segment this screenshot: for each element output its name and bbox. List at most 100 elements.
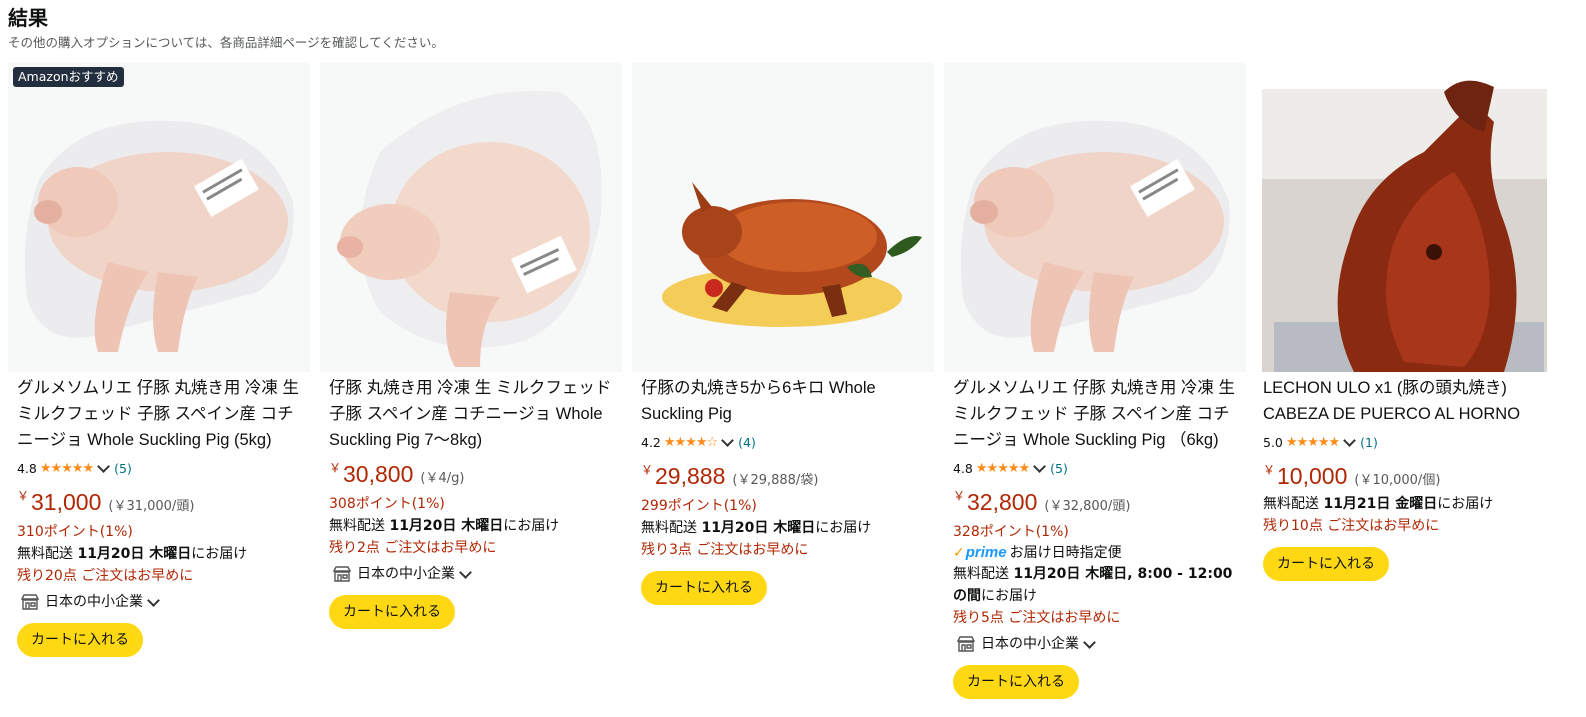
rating-value: 5.0	[1263, 434, 1283, 450]
price-row[interactable]: ￥ 30,800 (￥4/g)	[329, 461, 619, 491]
delivery-suffix: にお届け	[981, 588, 1037, 604]
star-rating-icon: ★★★★★	[1285, 434, 1340, 450]
rating-row[interactable]: 4.8 ★★★★★ (5)	[953, 459, 1243, 477]
sme-label: 日本の中小企業	[357, 566, 455, 582]
chevron-down-icon[interactable]	[721, 433, 735, 447]
delivery-info: 無料配送 11月20日 木曜日, 8:00 - 12:00の間にお届け	[953, 563, 1243, 607]
review-count[interactable]: (5)	[1050, 461, 1068, 476]
delivery-suffix: にお届け	[815, 520, 872, 536]
sme-label: 日本の中小企業	[45, 594, 143, 610]
product-card: 仔豚 丸焼き用 冷凍 生 ミルクフェッド 子豚 スペイン産 コチニージョ Who…	[320, 62, 622, 717]
review-count[interactable]: (1)	[1360, 435, 1378, 450]
rating-row[interactable]: 4.2 ★★★★☆ (4)	[641, 433, 931, 451]
unit-price: (￥32,800/頭)	[1044, 499, 1131, 514]
rating-value: 4.2	[641, 434, 661, 450]
prime-row: ✓ prime お届け日時指定便	[953, 543, 1243, 563]
delivery-info: 無料配送 11月20日 木曜日にお届け	[329, 515, 619, 537]
sme-dropdown[interactable]: 日本の中小企業	[333, 563, 619, 585]
add-to-cart-button[interactable]: カートに入れる	[329, 595, 455, 629]
currency-symbol: ￥	[329, 461, 342, 475]
raw-pig-image	[320, 62, 622, 372]
price: 30,800	[343, 461, 414, 487]
add-to-cart-button[interactable]: カートに入れる	[641, 571, 767, 605]
sme-dropdown[interactable]: 日本の中小企業	[957, 633, 1243, 655]
product-image[interactable]	[320, 62, 622, 372]
product-image[interactable]	[632, 62, 934, 372]
delivery-info: 無料配送 11月20日 木曜日にお届け	[641, 517, 931, 539]
price-row[interactable]: ￥ 31,000 (￥31,000/頭)	[17, 489, 307, 519]
unit-price: (￥10,000/個)	[1354, 473, 1441, 488]
rating-row[interactable]: 5.0 ★★★★★ (1)	[1263, 433, 1553, 451]
prime-logo: prime	[965, 544, 1007, 561]
rating-row[interactable]: 4.8 ★★★★★ (5)	[17, 459, 307, 477]
delivery-date: 11月20日 木曜日	[701, 520, 816, 536]
add-to-cart-button[interactable]: カートに入れる	[1263, 547, 1389, 581]
delivery-info: 無料配送 11月20日 木曜日にお届け	[17, 543, 307, 565]
chevron-down-icon[interactable]	[1033, 459, 1047, 473]
star-rating-icon: ★★★★★	[975, 460, 1030, 476]
review-count[interactable]: (5)	[114, 461, 132, 476]
currency-symbol: ￥	[953, 489, 966, 503]
product-image[interactable]: Amazonおすすめ	[8, 62, 310, 372]
sme-label: 日本の中小企業	[981, 636, 1079, 652]
chevron-down-icon[interactable]	[1343, 433, 1357, 447]
rating-value: 4.8	[953, 460, 973, 476]
currency-symbol: ￥	[1263, 463, 1276, 477]
product-card: 仔豚の丸焼き5から6キロ Whole Suckling Pig 4.2 ★★★★…	[632, 62, 934, 717]
add-to-cart-button[interactable]: カートに入れる	[17, 623, 143, 657]
points: 310ポイント(1%)	[17, 524, 133, 540]
delivery-prefix: 無料配送	[953, 566, 1014, 582]
chevron-down-icon	[1083, 635, 1096, 649]
stock-warning: 残り3点 ご注文はお早めに	[641, 542, 809, 558]
chevron-down-icon	[147, 593, 160, 607]
product-title[interactable]: 仔豚の丸焼き5から6キロ Whole Suckling Pig	[641, 375, 931, 427]
chevron-down-icon[interactable]	[97, 459, 111, 473]
delivery-prefix: 無料配送	[329, 518, 390, 534]
raw-pig-image	[944, 62, 1246, 372]
unit-price: (￥29,888/袋)	[732, 473, 819, 488]
store-icon	[333, 566, 351, 582]
product-title[interactable]: LECHON ULO x1 (豚の頭丸焼き) CABEZA DE PUERCO …	[1263, 375, 1553, 427]
amazon-choice-badge: Amazonおすすめ	[13, 67, 124, 87]
currency-symbol: ￥	[641, 463, 654, 477]
price: 10,000	[1277, 463, 1348, 489]
stock-warning: 残り5点 ご注文はお早めに	[953, 610, 1121, 626]
results-title: 結果	[8, 6, 48, 30]
star-rating-icon: ★★★★☆	[663, 434, 718, 450]
points: 299ポイント(1%)	[641, 498, 757, 514]
sme-dropdown[interactable]: 日本の中小企業	[21, 591, 307, 613]
unit-price: (￥4/g)	[420, 471, 465, 486]
stock-warning: 残り2点 ご注文はお早めに	[329, 540, 497, 556]
delivery-suffix: にお届け	[1437, 496, 1494, 512]
points: 308ポイント(1%)	[329, 496, 445, 512]
product-card: LECHON ULO x1 (豚の頭丸焼き) CABEZA DE PUERCO …	[1254, 62, 1556, 717]
stock-warning: 残り20点 ご注文はお早めに	[17, 568, 194, 584]
add-to-cart-button[interactable]: カートに入れる	[953, 665, 1079, 699]
currency-symbol: ￥	[17, 489, 30, 503]
product-image[interactable]	[1254, 62, 1556, 372]
store-icon	[21, 594, 39, 610]
check-icon: ✓	[953, 545, 965, 561]
roast-pig-image	[632, 62, 934, 372]
product-image[interactable]	[944, 62, 1246, 372]
price-row[interactable]: ￥ 10,000 (￥10,000/個)	[1263, 463, 1553, 493]
delivery-suffix: にお届け	[191, 546, 248, 562]
product-title[interactable]: 仔豚 丸焼き用 冷凍 生 ミルクフェッド 子豚 スペイン産 コチニージョ Who…	[329, 375, 619, 453]
chevron-down-icon	[459, 565, 472, 579]
product-title[interactable]: グルメソムリエ 仔豚 丸焼き用 冷凍 生 ミルクフェッド 子豚 スペイン産 コチ…	[17, 375, 307, 453]
price-row[interactable]: ￥ 29,888 (￥29,888/袋)	[641, 463, 931, 493]
delivery-prefix: 無料配送	[1263, 496, 1324, 512]
rating-value: 4.8	[17, 460, 37, 476]
price: 32,800	[967, 489, 1038, 515]
results-header: 結果 その他の購入オプションについては、各商品詳細ページを確認してください。	[8, 4, 444, 52]
price-row[interactable]: ￥ 32,800 (￥32,800/頭)	[953, 489, 1243, 519]
review-count[interactable]: (4)	[738, 435, 756, 450]
price: 29,888	[655, 463, 726, 489]
points: 328ポイント(1%)	[953, 524, 1069, 540]
delivery-prefix: 無料配送	[17, 546, 78, 562]
prime-text: お届け日時指定便	[1009, 545, 1122, 561]
delivery-date: 11月20日 木曜日	[389, 518, 504, 534]
delivery-info: 無料配送 11月21日 金曜日にお届け	[1263, 493, 1553, 515]
product-title[interactable]: グルメソムリエ 仔豚 丸焼き用 冷凍 生 ミルクフェッド 子豚 スペイン産 コチ…	[953, 375, 1243, 453]
pig-head-image	[1254, 62, 1556, 372]
